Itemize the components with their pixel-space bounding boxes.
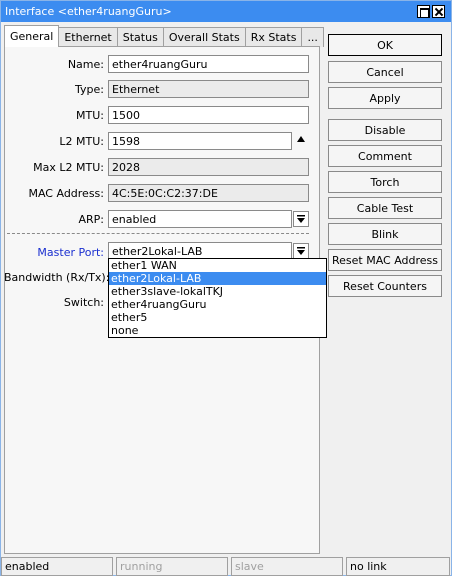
arp-dropdown-button[interactable] [293,211,309,227]
status-running: running [116,557,228,576]
reset-counters-button[interactable]: Reset Counters [328,275,442,297]
comment-button[interactable]: Comment [328,145,442,167]
status-enabled: enabled [1,557,113,576]
type-value: Ethernet [108,80,309,98]
mac-value: 4C:5E:0C:C2:37:DE [108,184,309,202]
status-slave: slave [231,557,343,576]
section-separator [7,233,309,234]
max-l2mtu-label: Max L2 MTU: [33,161,104,174]
tab-ethernet[interactable]: Ethernet [58,27,118,47]
arp-select[interactable]: enabled [108,210,292,228]
tab-status[interactable]: Status [116,27,164,47]
option-ether1[interactable]: ether1 WAN [109,259,326,272]
chevron-down-icon [297,215,305,223]
tab-bar: General Ethernet Status Overall Stats Rx… [4,25,324,47]
mtu-input[interactable]: 1500 [108,106,309,124]
tab-more[interactable]: ... [301,27,324,47]
bandwidth-label: Bandwidth (Rx/Tx): [4,271,110,284]
torch-button[interactable]: Torch [328,171,442,193]
l2mtu-input[interactable]: 1598 [108,132,292,150]
option-ether5[interactable]: ether5 [109,311,326,324]
window-title: Interface <ether4ruangGuru> [5,5,172,18]
interface-window: Interface <ether4ruangGuru> General Ethe… [0,0,452,576]
ok-button[interactable]: OK [328,34,442,56]
disable-button[interactable]: Disable [328,119,442,141]
max-l2mtu-value: 2028 [108,158,309,176]
collapse-up-icon[interactable] [297,136,305,142]
cable-test-button[interactable]: Cable Test [328,197,442,219]
master-port-label: Master Port: [37,246,104,259]
tab-overall-stats[interactable]: Overall Stats [162,27,246,47]
maximize-icon[interactable] [417,5,430,18]
cancel-button[interactable]: Cancel [328,61,442,83]
title-bar[interactable]: Interface <ether4ruangGuru> [1,1,451,22]
name-input[interactable]: ether4ruangGuru [108,55,309,73]
option-none[interactable]: none [109,324,326,337]
master-port-dropdown-button[interactable] [293,243,309,259]
master-port-options: ether1 WAN ether2Lokal-LAB ether3slave-l… [108,258,327,338]
status-link: no link [346,557,450,576]
apply-button[interactable]: Apply [328,87,442,109]
status-bar: enabled running slave no link [1,557,452,576]
chevron-down-icon [297,247,305,255]
switch-label: Switch: [63,296,104,309]
reset-mac-button[interactable]: Reset MAC Address [328,249,442,271]
tab-general[interactable]: General [4,25,60,47]
type-label: Type: [75,83,104,96]
option-ether3[interactable]: ether3slave-lokalTKJ [109,285,326,298]
l2mtu-label: L2 MTU: [59,135,104,148]
blink-button[interactable]: Blink [328,223,442,245]
mtu-label: MTU: [76,109,104,122]
tab-rx-stats[interactable]: Rx Stats [244,27,303,47]
arp-label: ARP: [78,213,104,226]
option-ether2[interactable]: ether2Lokal-LAB [109,272,326,285]
close-icon[interactable] [432,5,445,18]
mac-label: MAC Address: [28,187,104,200]
name-label: Name: [67,58,104,71]
option-ether4[interactable]: ether4ruangGuru [109,298,326,311]
